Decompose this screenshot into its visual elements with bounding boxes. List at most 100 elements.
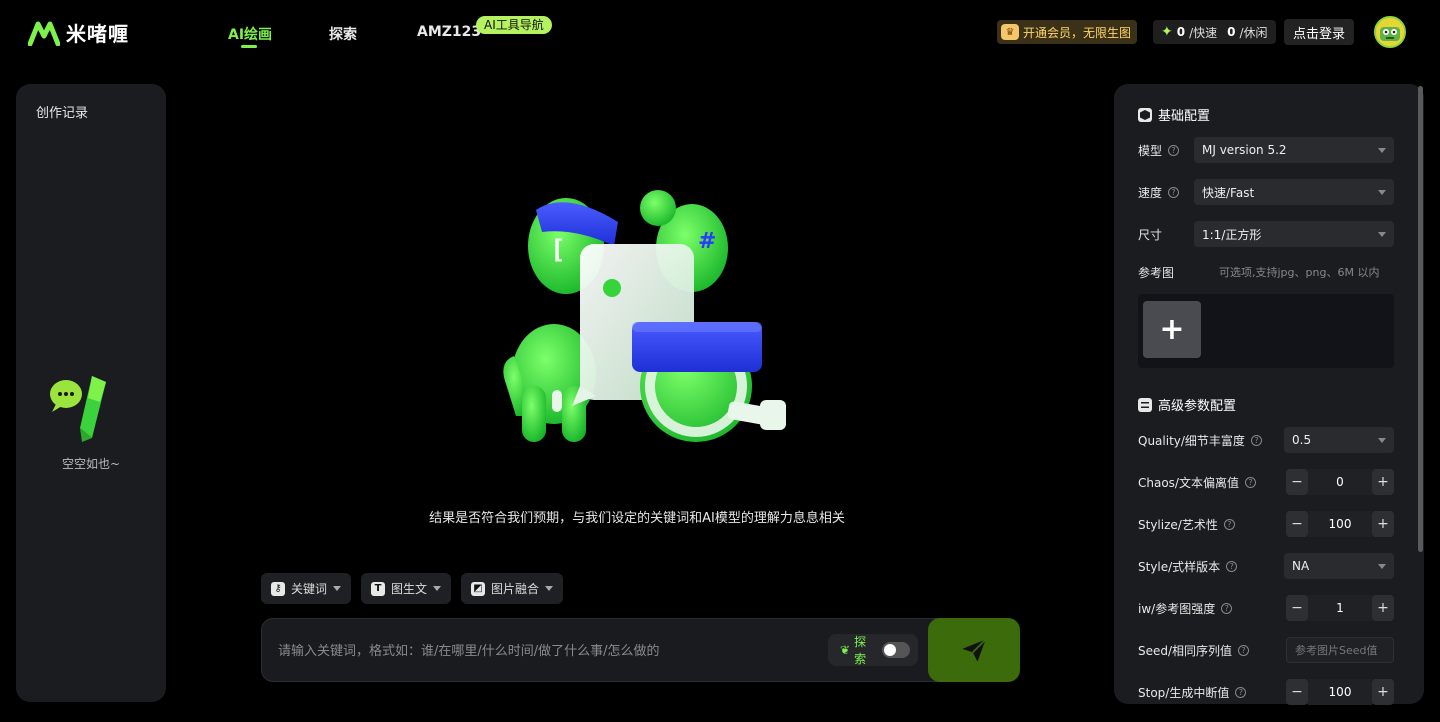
nav-tool-badge[interactable]: AI工具导航	[476, 16, 552, 34]
stop-label: Stop/生成中断值	[1138, 686, 1230, 700]
chaos-stepper: − 0 +	[1286, 469, 1394, 495]
quality-value: 0.5	[1292, 433, 1312, 447]
size-label-row: 尺寸	[1138, 226, 1162, 243]
iw-decrement-button[interactable]: −	[1286, 595, 1308, 621]
vip-label: 开通会员，无限生图	[1023, 25, 1132, 40]
model-label: 模型	[1138, 144, 1163, 158]
iw-increment-button[interactable]: +	[1372, 595, 1394, 621]
svg-text:#: #	[698, 229, 716, 254]
help-icon[interactable]: ?	[1235, 687, 1247, 698]
basic-config-label: 基础配置	[1158, 109, 1211, 124]
style-select[interactable]: NA	[1284, 553, 1394, 579]
reference-upload-area: +	[1138, 294, 1394, 368]
explore-toggle[interactable]: ❦ 探索	[828, 634, 918, 666]
avatar-icon	[1376, 18, 1404, 46]
chaos-decrement-button[interactable]: −	[1286, 469, 1308, 495]
iw-value[interactable]: 1	[1308, 595, 1372, 621]
seed-label-row: Seed/相同序列值 ?	[1138, 642, 1250, 659]
chevron-down-icon	[1378, 148, 1386, 153]
mode-image-blend-button[interactable]: ◩ 图片融合	[461, 573, 563, 604]
speed-label-row: 速度 ?	[1138, 184, 1180, 201]
stylize-increment-button[interactable]: +	[1372, 511, 1394, 537]
mode-image-to-text-button[interactable]: T 图生文	[361, 573, 451, 604]
help-icon[interactable]: ?	[1238, 645, 1250, 656]
size-label: 尺寸	[1138, 228, 1163, 242]
help-icon[interactable]: ?	[1244, 477, 1256, 488]
quality-label: Quality/细节丰富度	[1138, 434, 1245, 448]
leaf-icon: ❦	[840, 643, 851, 657]
mode-image-blend-label: 图片融合	[491, 582, 540, 596]
prompt-box: ❦ 探索	[261, 618, 1020, 682]
vip-button[interactable]: ♛ 开通会员，无限生图	[997, 20, 1138, 44]
fast-quota-label: /快速	[1189, 25, 1218, 40]
stylize-label: Stylize/艺术性	[1138, 518, 1218, 532]
hero-illustration: [ #	[503, 190, 786, 442]
speed-value: 快速/Fast	[1202, 185, 1255, 200]
size-select[interactable]: 1:1/正方形	[1194, 221, 1394, 247]
reference-hint: 可选项,支持jpg、png、6M 以内	[1219, 266, 1380, 279]
quality-select[interactable]: 0.5	[1284, 427, 1394, 453]
avatar[interactable]	[1374, 16, 1406, 48]
help-icon[interactable]: ?	[1250, 435, 1262, 446]
hexagon-icon	[1138, 107, 1152, 122]
upload-button[interactable]: +	[1143, 301, 1201, 358]
brand-logo[interactable]: 米啫喱	[28, 18, 129, 47]
empty-state-text: 空空如也~	[61, 457, 121, 471]
fast-quota-count: 0	[1176, 25, 1186, 39]
help-icon[interactable]: ?	[1221, 603, 1233, 614]
advanced-config-title: 高级参数配置	[1138, 395, 1236, 414]
chevron-down-icon	[1378, 564, 1386, 569]
svg-text:[: [	[550, 235, 566, 265]
settings-scrollbar[interactable]	[1418, 86, 1423, 552]
model-select[interactable]: MJ version 5.2	[1194, 137, 1394, 163]
chevron-down-icon	[333, 586, 341, 591]
stop-increment-button[interactable]: +	[1372, 679, 1394, 705]
stylize-stepper: − 100 +	[1286, 511, 1394, 537]
nav-active-indicator	[241, 45, 257, 48]
chevron-down-icon	[1378, 232, 1386, 237]
nav-ai-drawing[interactable]: AI绘画	[228, 24, 272, 44]
help-icon[interactable]: ?	[1223, 519, 1235, 530]
send-button[interactable]	[928, 618, 1020, 682]
seed-label: Seed/相同序列值	[1138, 644, 1233, 658]
relax-quota-count: 0	[1227, 25, 1236, 39]
relax-quota-label: /休闲	[1239, 25, 1268, 40]
chaos-label-row: Chaos/文本偏离值 ?	[1138, 474, 1256, 491]
chevron-down-icon	[545, 586, 553, 591]
basic-config-title: 基础配置	[1138, 105, 1210, 124]
help-icon[interactable]: ?	[1226, 561, 1238, 572]
chaos-label: Chaos/文本偏离值	[1138, 476, 1239, 490]
stylize-value[interactable]: 100	[1308, 511, 1372, 537]
crown-icon: ♛	[1001, 24, 1019, 40]
nav-explore[interactable]: 探索	[329, 24, 357, 44]
speed-select[interactable]: 快速/Fast	[1194, 179, 1394, 205]
size-value: 1:1/正方形	[1202, 227, 1262, 242]
brand-name: 米啫喱	[66, 22, 129, 46]
help-icon[interactable]: ?	[1168, 145, 1180, 156]
seed-input[interactable]	[1286, 637, 1394, 663]
advanced-config-label: 高级参数配置	[1158, 399, 1237, 414]
chaos-value[interactable]: 0	[1308, 469, 1372, 495]
mode-keyword-label: 关键词	[291, 582, 328, 596]
prompt-input[interactable]	[278, 639, 818, 663]
help-icon[interactable]: ?	[1168, 187, 1180, 198]
stop-decrement-button[interactable]: −	[1286, 679, 1308, 705]
chevron-down-icon	[1378, 190, 1386, 195]
quota-indicator: ✦ 0 /快速 0 /休闲	[1153, 20, 1276, 44]
sliders-icon	[1138, 397, 1152, 412]
stylize-label-row: Stylize/艺术性 ?	[1138, 516, 1235, 533]
send-icon	[962, 638, 987, 662]
nav-amz123[interactable]: AMZ123	[417, 24, 481, 40]
style-label-row: Style/式样版本 ?	[1138, 558, 1238, 575]
iw-label-row: iw/参考图强度 ?	[1138, 600, 1233, 617]
chaos-increment-button[interactable]: +	[1372, 469, 1394, 495]
mode-keyword-button[interactable]: ⚷ 关键词	[261, 573, 351, 604]
iw-label: iw/参考图强度	[1138, 602, 1216, 616]
explore-switch[interactable]	[882, 642, 910, 658]
stop-value[interactable]: 100	[1308, 679, 1372, 705]
stylize-decrement-button[interactable]: −	[1286, 511, 1308, 537]
login-button[interactable]: 点击登录	[1284, 19, 1354, 45]
explore-toggle-label: 探索	[854, 635, 867, 666]
key-icon: ⚷	[271, 581, 285, 596]
style-label: Style/式样版本	[1138, 560, 1221, 574]
